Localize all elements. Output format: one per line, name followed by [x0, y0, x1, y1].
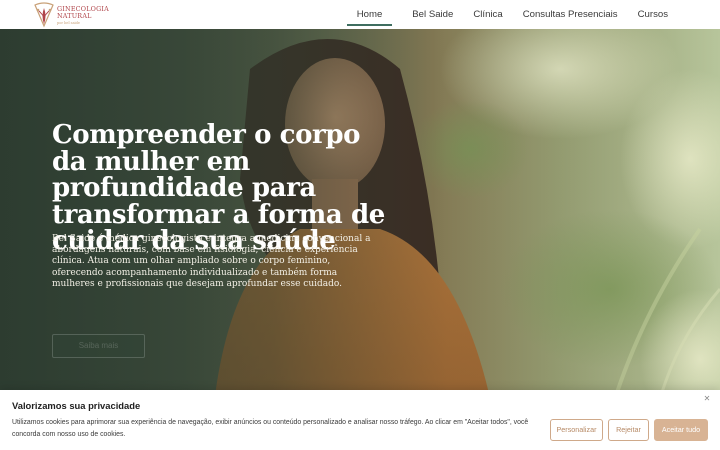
logo-line-2: NATURAL: [57, 12, 92, 20]
nav-item-home[interactable]: Home: [346, 0, 393, 29]
nav-item-cursos[interactable]: Cursos: [638, 0, 668, 29]
logo-tagline: por bel saide: [57, 21, 80, 25]
close-icon[interactable]: ✕: [702, 394, 712, 404]
cookie-consent-banner: Valorizamos sua privacidade Utilizamos c…: [0, 390, 720, 450]
logo-mark-icon: [34, 2, 54, 28]
nav-item-bel-saide[interactable]: Bel Saide: [412, 0, 453, 29]
logo[interactable]: GINECOLOGIA NATURAL por bel saide: [32, 2, 112, 28]
customize-cookies-button[interactable]: Personalizar: [550, 419, 603, 441]
hero-section: Compreender o corpo da mulher em profund…: [0, 29, 720, 450]
cookie-title: Valorizamos sua privacidade: [12, 400, 141, 411]
nav-item-consultas-presenciais[interactable]: Consultas Presenciais: [523, 0, 618, 29]
reject-cookies-button[interactable]: Rejeitar: [608, 419, 649, 441]
hero-cta-button[interactable]: Saiba mais: [52, 334, 145, 358]
logo-wordmark: GINECOLOGIA NATURAL: [57, 6, 109, 20]
cookie-description: Utilizamos cookies para aprimorar sua ex…: [12, 419, 529, 438]
hero-description: Bel Saide é médica ginecologista e integ…: [52, 234, 371, 289]
nav-item-clinica[interactable]: Clínica: [473, 0, 502, 29]
site-header: GINECOLOGIA NATURAL por bel saide Home B…: [0, 0, 720, 29]
accept-cookies-button[interactable]: Aceitar tudo: [654, 419, 708, 441]
main-nav: Home Bel Saide Clínica Consultas Presenc…: [346, 0, 668, 29]
